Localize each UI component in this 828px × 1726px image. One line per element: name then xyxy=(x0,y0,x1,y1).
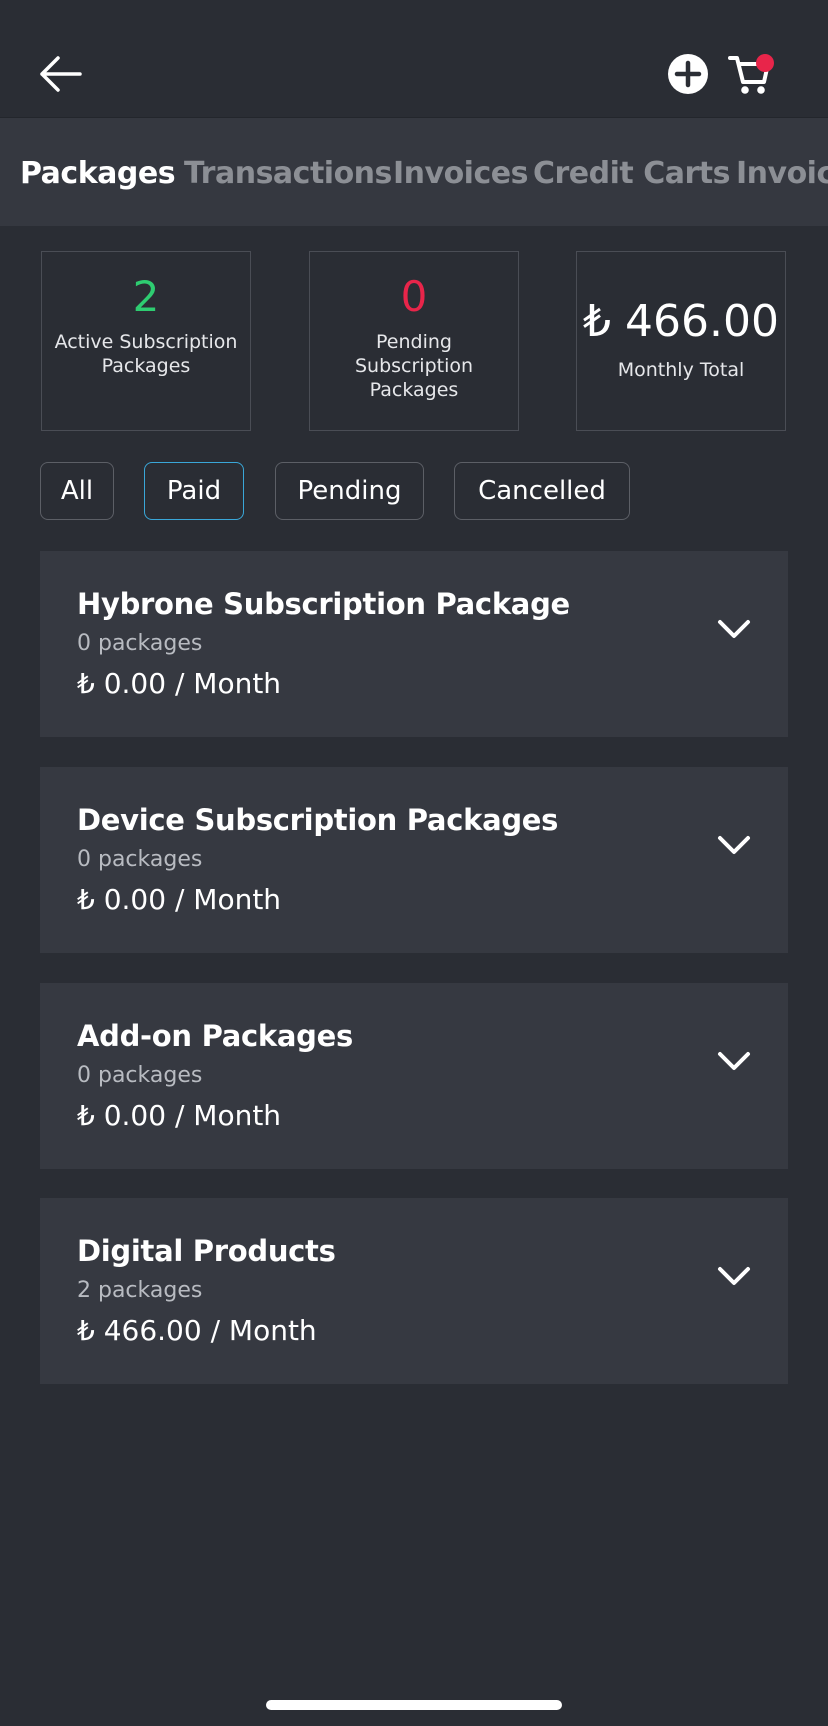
chevron-down-icon[interactable] xyxy=(716,1258,752,1294)
chevron-down-icon[interactable] xyxy=(716,1043,752,1079)
package-price: ₺ 0.00 / Month xyxy=(77,1099,282,1132)
package-card-hybrone[interactable]: Hybrone Subscription Package 0 packages … xyxy=(40,551,788,737)
tab-invoices-2[interactable]: Invoices xyxy=(736,156,828,191)
plus-circle-icon xyxy=(668,54,708,94)
package-title: Hybrone Subscription Package xyxy=(77,587,570,621)
tab-bar: Packages Transactions Invoices Credit Ca… xyxy=(0,118,828,226)
filter-all[interactable]: All xyxy=(40,462,114,520)
package-title: Digital Products xyxy=(77,1234,336,1268)
chevron-down-icon[interactable] xyxy=(716,827,752,863)
tab-invoices[interactable]: Invoices xyxy=(393,156,528,191)
stat-pending-packages: 0 Pending Subscription Packages xyxy=(309,251,519,431)
pending-label: Pending Subscription Packages xyxy=(354,331,474,402)
filter-cancelled[interactable]: Cancelled xyxy=(454,462,630,520)
home-indicator[interactable] xyxy=(266,1700,562,1710)
package-card-digital[interactable]: Digital Products 2 packages ₺ 466.00 / M… xyxy=(40,1198,788,1384)
monthly-total-value: ₺ 466.00 xyxy=(583,296,779,347)
package-count: 0 packages xyxy=(77,847,203,872)
cart-button[interactable] xyxy=(728,52,778,100)
package-card-addon[interactable]: Add-on Packages 0 packages ₺ 0.00 / Mont… xyxy=(40,983,788,1169)
add-button[interactable] xyxy=(666,52,710,96)
pending-count: 0 xyxy=(400,272,428,321)
chevron-down-icon[interactable] xyxy=(716,611,752,647)
filter-pending[interactable]: Pending xyxy=(275,462,424,520)
package-count: 0 packages xyxy=(77,631,203,656)
active-label: Active Subscription Packages xyxy=(54,331,238,378)
package-title: Device Subscription Packages xyxy=(77,803,559,837)
package-price: ₺ 0.00 / Month xyxy=(77,667,282,700)
package-price: ₺ 466.00 / Month xyxy=(77,1314,317,1347)
active-count: 2 xyxy=(132,272,160,321)
arrow-left-icon xyxy=(40,56,82,92)
package-card-device[interactable]: Device Subscription Packages 0 packages … xyxy=(40,767,788,953)
tab-credit-carts[interactable]: Credit Carts xyxy=(533,156,730,191)
app-root: Packages Transactions Invoices Credit Ca… xyxy=(0,0,828,1726)
package-title: Add-on Packages xyxy=(77,1019,353,1053)
tab-packages[interactable]: Packages xyxy=(20,156,176,191)
package-count: 0 packages xyxy=(77,1063,203,1088)
stat-monthly-total: ₺ 466.00 Monthly Total xyxy=(576,251,786,431)
back-button[interactable] xyxy=(36,52,84,96)
filter-paid[interactable]: Paid xyxy=(144,462,244,520)
package-count: 2 packages xyxy=(77,1278,203,1303)
package-price: ₺ 0.00 / Month xyxy=(77,883,282,916)
cart-notification-badge xyxy=(756,54,774,72)
stat-active-packages: 2 Active Subscription Packages xyxy=(41,251,251,431)
monthly-total-label: Monthly Total xyxy=(617,359,745,382)
top-bar xyxy=(0,0,828,118)
tab-transactions[interactable]: Transactions xyxy=(184,156,392,191)
